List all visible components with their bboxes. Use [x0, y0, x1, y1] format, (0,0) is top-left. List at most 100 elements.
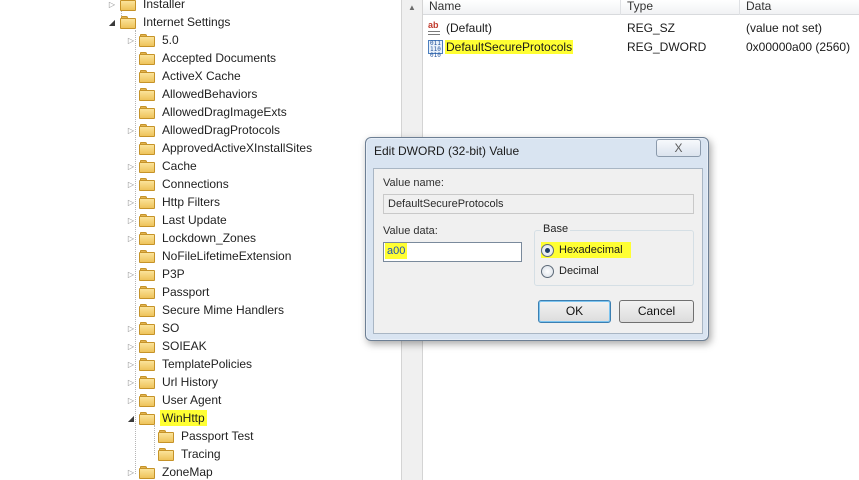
collapse-arrow-icon[interactable]: ◢ — [126, 409, 136, 427]
tree-item-label: Url History — [162, 375, 218, 389]
tree-item-winhttp[interactable]: ◢ WinHttp — [126, 409, 207, 427]
tree-item-accepted-documents[interactable]: Accepted Documents — [126, 49, 278, 67]
tree-item-label: ZoneMap — [162, 465, 213, 479]
value-data-input[interactable]: a00 — [383, 242, 522, 262]
expand-arrow-icon[interactable]: ▷ — [126, 193, 136, 211]
folder-icon — [139, 321, 155, 335]
base-label: Base — [541, 223, 571, 235]
tree-item-secure-mime-handlers[interactable]: Secure Mime Handlers — [126, 301, 286, 319]
tree-item-alloweddragprotocols[interactable]: ▷ AllowedDragProtocols — [126, 121, 282, 139]
tree-item-label: User Agent — [162, 393, 222, 407]
tree-item-label: ApprovedActiveXInstallSites — [162, 141, 313, 155]
tree-item-templatepolicies[interactable]: ▷ TemplatePolicies — [126, 355, 254, 373]
column-header-type[interactable]: Type — [621, 0, 740, 15]
edit-dword-dialog: Edit DWORD (32-bit) Value X Value name: … — [365, 137, 709, 341]
expand-arrow-icon[interactable]: ▷ — [126, 463, 136, 480]
tree-item-label: Installer — [143, 0, 186, 11]
tree-item-5-0[interactable]: ▷ 5.0 — [126, 31, 181, 49]
folder-icon — [139, 357, 155, 371]
tree-item-so[interactable]: ▷ SO — [126, 319, 181, 337]
tree-item-nofilelifetimeextension[interactable]: NoFileLifetimeExtension — [126, 247, 293, 265]
tree-item-lockdown-zones[interactable]: ▷ Lockdown_Zones — [126, 229, 258, 247]
base-groupbox: Base Hexadecimal Decimal — [534, 223, 694, 286]
tree-item-p3p[interactable]: ▷ P3P — [126, 265, 187, 283]
tree-item-alloweddragimageexts[interactable]: AllowedDragImageExts — [126, 103, 289, 121]
folder-icon — [139, 393, 155, 407]
tree-item-passport-test[interactable]: Passport Test — [145, 427, 255, 445]
tree-item-soieak[interactable]: ▷ SOIEAK — [126, 337, 209, 355]
expand-arrow-icon[interactable]: ▷ — [126, 337, 136, 355]
value-name: (Default) — [446, 21, 493, 35]
expand-arrow-icon[interactable]: ▷ — [126, 31, 136, 49]
tree-item-label: TemplatePolicies — [162, 357, 253, 371]
expand-arrow-icon[interactable]: ▷ — [107, 0, 117, 13]
decimal-radio[interactable]: Decimal — [541, 263, 599, 279]
tree-item-label: Accepted Documents — [162, 51, 277, 65]
radio-unselected-icon — [541, 264, 554, 278]
folder-icon — [158, 429, 174, 443]
close-button[interactable]: X — [656, 139, 701, 157]
folder-icon — [139, 267, 155, 281]
scroll-up-arrow-icon[interactable]: ▲ — [408, 3, 416, 12]
tree-item-label: WinHttp — [160, 410, 207, 426]
column-header-name[interactable]: Name — [423, 0, 621, 15]
tree-item-approvedactivexinstallsites[interactable]: ApprovedActiveXInstallSites — [126, 139, 314, 157]
list-row[interactable]: 011 110 010 DefaultSecureProtocols REG_DWO… — [423, 38, 859, 59]
folder-icon — [139, 105, 155, 119]
hexadecimal-radio[interactable]: Hexadecimal — [541, 242, 631, 258]
tree-item-http-filters[interactable]: ▷ Http Filters — [126, 193, 222, 211]
value-name-text: DefaultSecureProtocols — [445, 40, 574, 54]
folder-icon — [139, 87, 155, 101]
column-header-data[interactable]: Data — [740, 0, 859, 15]
tree-item-connections[interactable]: ▷ Connections — [126, 175, 231, 193]
tree-item-last-update[interactable]: ▷ Last Update — [126, 211, 229, 229]
expand-arrow-icon[interactable]: ▷ — [126, 211, 136, 229]
tree-item-allowedbehaviors[interactable]: AllowedBehaviors — [126, 85, 259, 103]
tree-item-url-history[interactable]: ▷ Url History — [126, 373, 220, 391]
folder-icon — [158, 447, 174, 461]
close-icon: X — [674, 141, 683, 155]
list-row[interactable]: ab (Default) REG_SZ (value not set) — [423, 19, 859, 38]
value-data: (value not set) — [746, 21, 823, 35]
expand-arrow-icon[interactable]: ▷ — [126, 175, 136, 193]
folder-icon — [139, 339, 155, 353]
value-type: REG_SZ — [627, 21, 676, 35]
tree-item-installer[interactable]: ▷ Installer — [107, 0, 187, 13]
expand-arrow-icon[interactable]: ▷ — [126, 373, 136, 391]
expand-arrow-icon[interactable]: ▷ — [126, 121, 136, 139]
tree-item-user-agent[interactable]: ▷ User Agent — [126, 391, 223, 409]
tree-item-activex-cache[interactable]: ActiveX Cache — [126, 67, 243, 85]
tree-item-label: Secure Mime Handlers — [162, 303, 285, 317]
collapse-arrow-icon[interactable]: ◢ — [107, 13, 117, 31]
binary-value-icon: 011 110 010 — [428, 40, 443, 59]
registry-key-tree[interactable]: ▷ Installer ◢ Internet Settings ▷ 5.0 Accepted… — [0, 0, 401, 480]
cancel-button[interactable]: Cancel — [619, 300, 694, 323]
tree-item-label: Last Update — [162, 213, 227, 227]
expand-arrow-icon[interactable]: ▷ — [126, 355, 136, 373]
tree-item-label: AllowedDragImageExts — [162, 105, 287, 119]
expand-arrow-icon[interactable]: ▷ — [126, 229, 136, 247]
tree-item-passport[interactable]: Passport — [126, 283, 211, 301]
value-data-label: Value data: — [383, 225, 438, 237]
expand-arrow-icon[interactable]: ▷ — [126, 265, 136, 283]
folder-icon — [139, 33, 155, 47]
tree-item-tracing[interactable]: Tracing — [145, 445, 223, 463]
tree-item-cache[interactable]: ▷ Cache — [126, 157, 199, 175]
folder-icon — [139, 411, 155, 425]
value-type: REG_DWORD — [627, 40, 707, 54]
expand-arrow-icon[interactable]: ▷ — [126, 391, 136, 409]
expand-arrow-icon[interactable]: ▷ — [126, 319, 136, 337]
value-name: DefaultSecureProtocols — [445, 40, 574, 54]
tree-item-internet-settings[interactable]: ◢ Internet Settings — [107, 13, 232, 31]
tree-item-zonemap[interactable]: ▷ ZoneMap — [126, 463, 215, 480]
ok-button[interactable]: OK — [538, 300, 611, 323]
expand-arrow-icon[interactable]: ▷ — [126, 157, 136, 175]
